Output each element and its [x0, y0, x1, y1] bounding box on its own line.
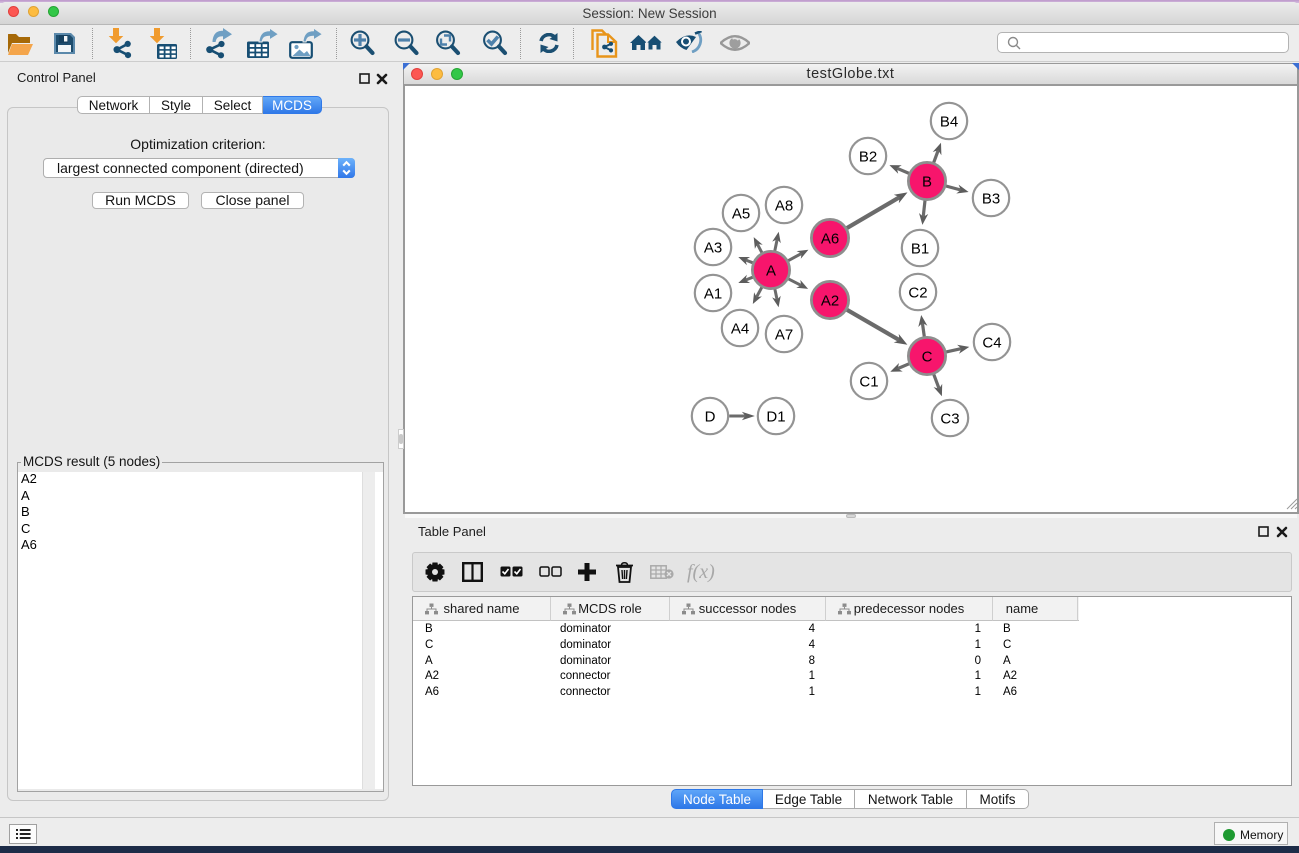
svg-text:A7: A7	[775, 327, 793, 344]
svg-text:A4: A4	[731, 321, 749, 338]
svg-text:A5: A5	[732, 206, 750, 223]
svg-text:C: C	[922, 349, 933, 366]
svg-text:C3: C3	[940, 411, 959, 428]
svg-text:C1: C1	[859, 374, 878, 391]
svg-text:A2: A2	[821, 293, 839, 310]
svg-text:B3: B3	[982, 191, 1000, 208]
svg-text:A6: A6	[821, 231, 839, 248]
svg-text:C4: C4	[982, 335, 1001, 352]
svg-text:D: D	[705, 409, 716, 426]
svg-text:A8: A8	[775, 198, 793, 215]
svg-text:B2: B2	[859, 149, 877, 166]
svg-text:A3: A3	[704, 240, 722, 257]
svg-text:C2: C2	[908, 285, 927, 302]
svg-text:B: B	[922, 174, 932, 191]
svg-text:B4: B4	[940, 114, 958, 131]
svg-text:B1: B1	[911, 241, 929, 258]
svg-text:A: A	[766, 263, 776, 280]
svg-text:A1: A1	[704, 286, 722, 303]
svg-text:D1: D1	[766, 409, 785, 426]
